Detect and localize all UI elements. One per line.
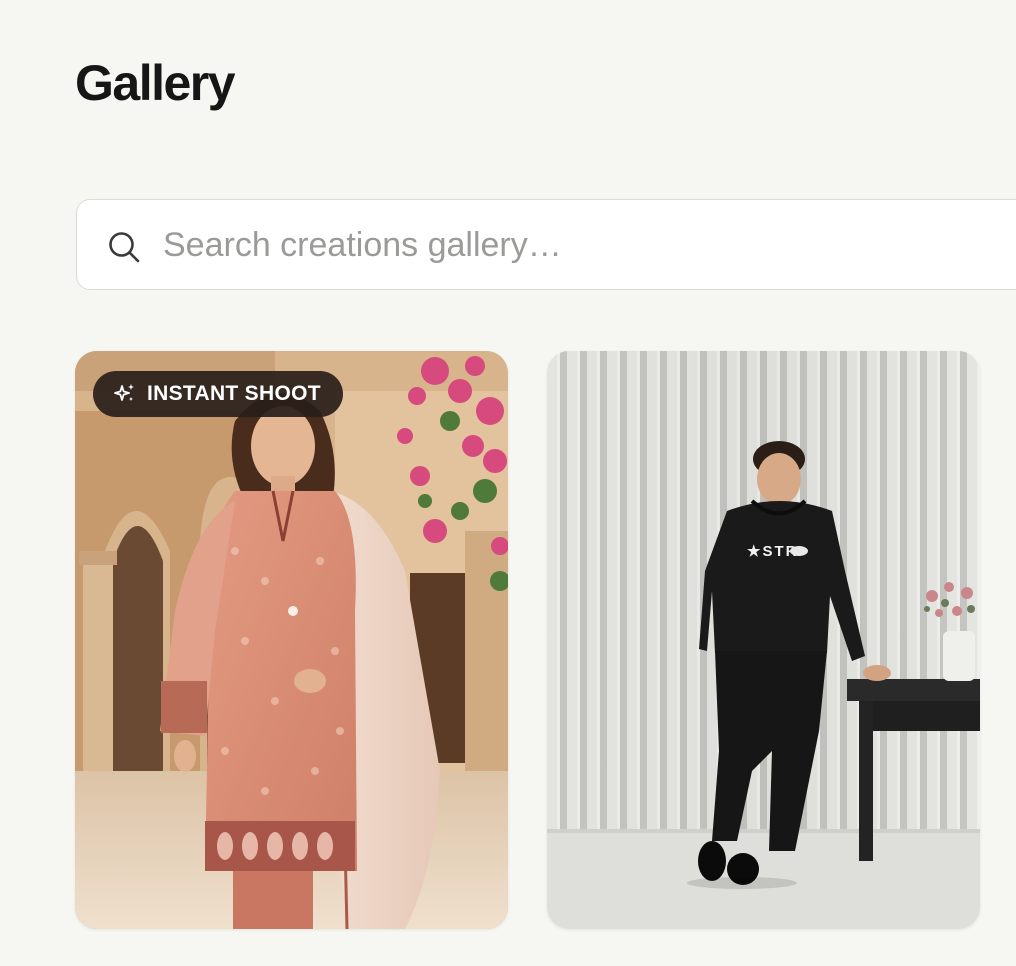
gallery-card[interactable]: INSTANT SHOOT	[75, 351, 508, 929]
sparkles-icon	[114, 384, 134, 401]
search-input[interactable]	[163, 220, 1016, 270]
gallery-page: Gallery Search creations gallery… INSTAN…	[0, 0, 1016, 966]
search-bar[interactable]	[76, 199, 1016, 290]
badge-label: INSTANT SHOOT	[147, 382, 321, 405]
instant-shoot-badge: INSTANT SHOOT	[93, 371, 343, 417]
gallery-image: ★STR	[547, 351, 980, 929]
gallery-card[interactable]: ★STR	[547, 351, 980, 929]
gallery-image	[75, 351, 508, 929]
search-icon	[109, 232, 140, 263]
page-title: Gallery	[75, 55, 236, 111]
